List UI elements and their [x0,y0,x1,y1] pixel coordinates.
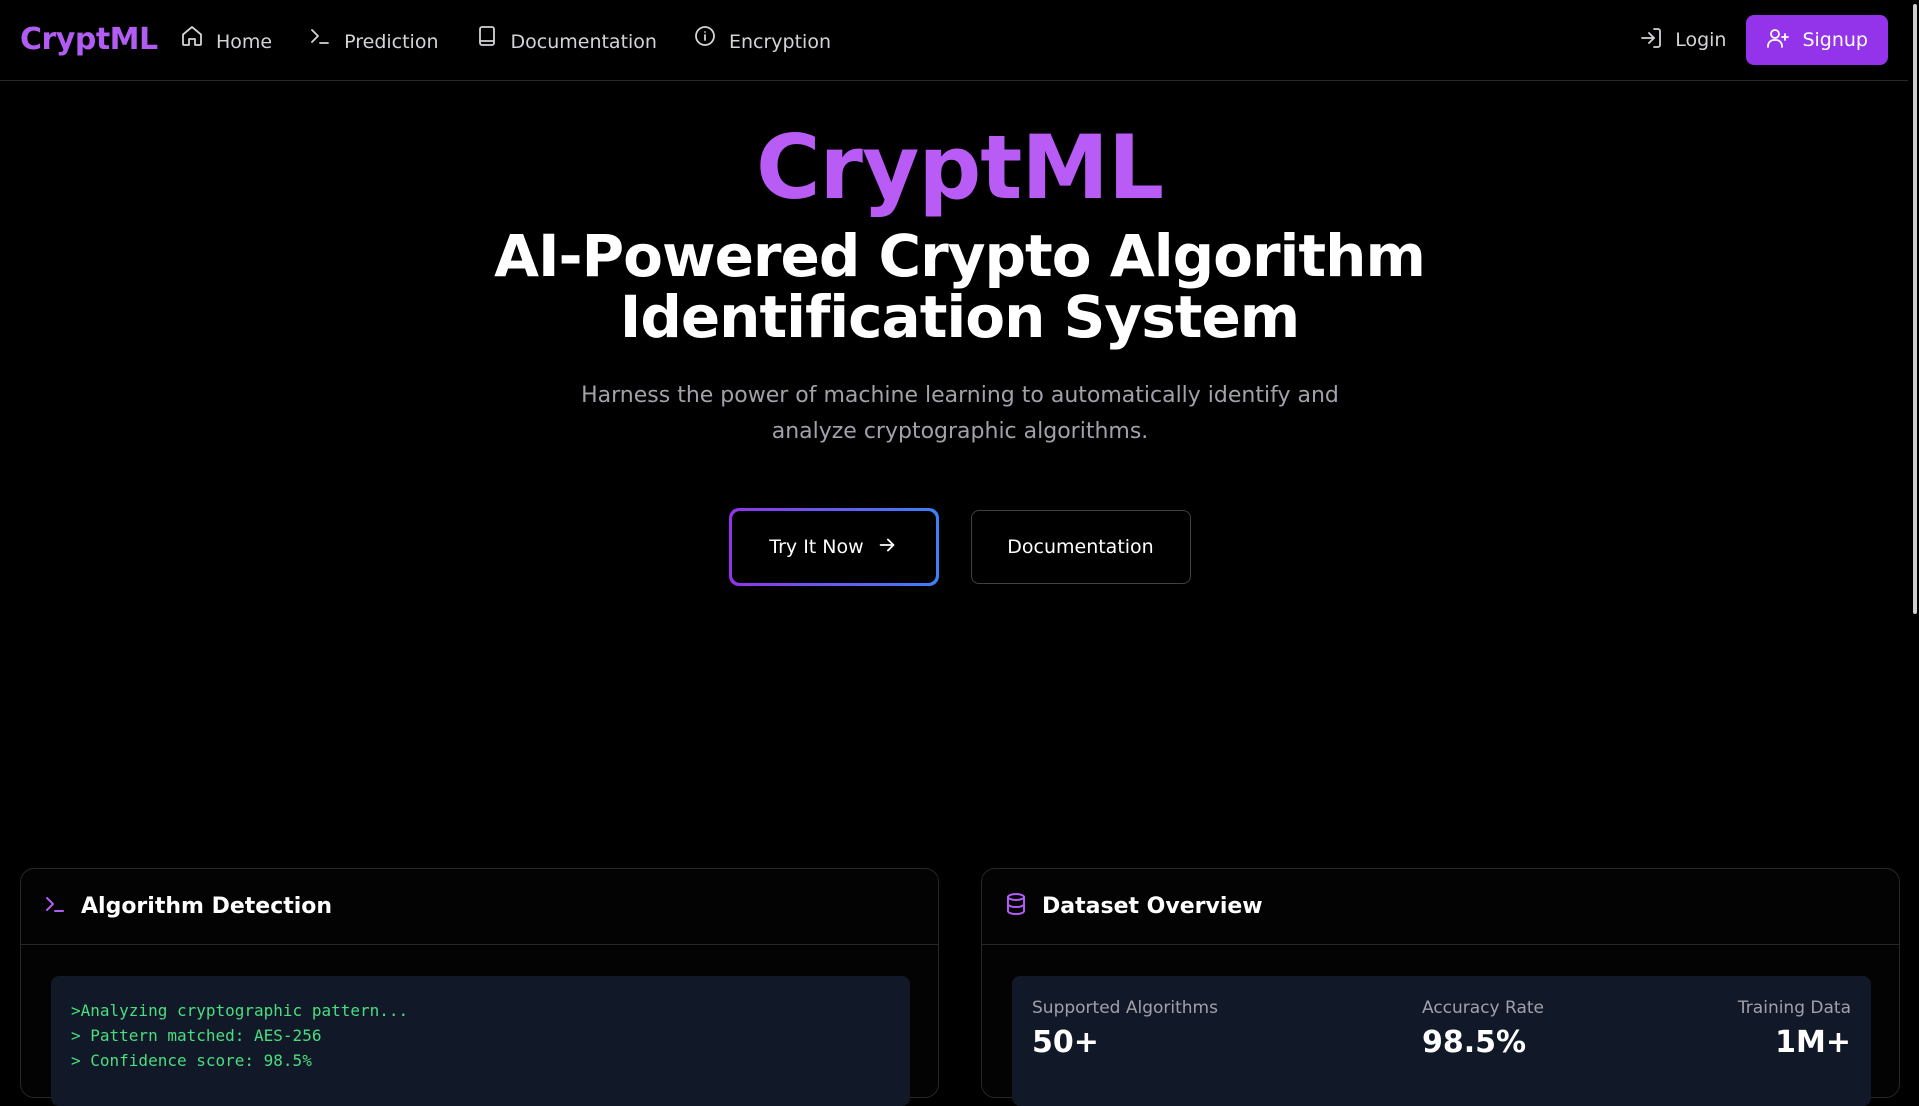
hero-description: Harness the power of machine learning to… [581,383,1339,444]
book-icon [475,22,499,62]
stat-value: 50+ [1032,1025,1099,1060]
user-plus-icon [1766,26,1790,55]
card-title: Algorithm Detection [81,894,333,919]
nav-item-documentation[interactable]: Documentation [475,22,657,62]
card-header: Dataset Overview [982,869,1899,945]
auth-actions: Login Signup [1639,15,1888,65]
documentation-button[interactable]: Documentation [970,510,1191,584]
stats-panel: Supported Algorithms 50+ Accuracy Rate 9… [1012,976,1871,1106]
info-icon [693,22,717,62]
nav-links: Home Prediction Documentation Encryption [180,22,831,62]
stat-value: 98.5% [1422,1025,1527,1060]
terminal-icon [308,22,332,62]
arrow-right-icon [876,534,898,561]
terminal-line: > Pattern matched: AES-256 [71,1026,322,1045]
nav-item-label: Prediction [344,31,439,53]
terminal-line: >Analyzing cryptographic pattern... [71,1001,409,1020]
stat-label: Accuracy Rate [1422,998,1544,1018]
terminal-output: >Analyzing cryptographic pattern... > Pa… [51,976,910,1106]
algorithm-detection-card: Algorithm Detection >Analyzing cryptogra… [20,868,939,1106]
stat-label: Training Data [1737,998,1851,1018]
card-header: Algorithm Detection [21,869,938,945]
nav-item-home[interactable]: Home [180,22,272,62]
nav-item-label: Home [216,31,273,53]
signup-button[interactable]: Signup [1746,15,1888,65]
home-icon [180,22,204,62]
try-it-now-label: Try It Now [769,536,864,558]
terminal-line: > Confidence score: 98.5% [71,1051,312,1070]
nav-item-label: Documentation [510,31,657,53]
hero-buttons: Try It Now Documentation [0,508,1919,586]
database-icon [1004,892,1028,922]
nav-item-label: Encryption [728,31,831,53]
hero-subtitle-line2: Identification System [619,283,1301,351]
terminal-icon [43,892,67,922]
stat-accuracy-rate: Accuracy Rate 98.5% [1422,996,1544,1064]
hero-subtitle: AI-Powered Crypto Algorithm Identificati… [0,226,1919,348]
stat-label: Supported Algorithms [1032,998,1218,1018]
nav-item-encryption[interactable]: Encryption [693,22,831,62]
hero-subtitle-line1: AI-Powered Crypto Algorithm [494,222,1426,290]
login-label: Login [1675,29,1727,51]
signup-label: Signup [1802,29,1868,51]
nav-item-prediction[interactable]: Prediction [308,22,439,62]
login-icon [1639,26,1663,55]
dataset-overview-card: Dataset Overview Supported Algorithms 50… [981,868,1900,1106]
try-it-now-inner: Try It Now [731,511,936,583]
brand-logo[interactable]: CryptML [20,20,158,60]
stat-training-data: Training Data 1M+ [1738,996,1851,1064]
card-title: Dataset Overview [1042,894,1263,919]
stat-supported-algorithms: Supported Algorithms 50+ [1032,996,1218,1064]
stat-value: 1M+ [1775,1025,1851,1060]
try-it-now-button[interactable]: Try It Now [728,508,939,586]
navbar: CryptML Home Prediction Documentation En… [0,0,1908,81]
login-button[interactable]: Login [1639,15,1726,65]
hero-title: CryptML [755,116,1164,219]
